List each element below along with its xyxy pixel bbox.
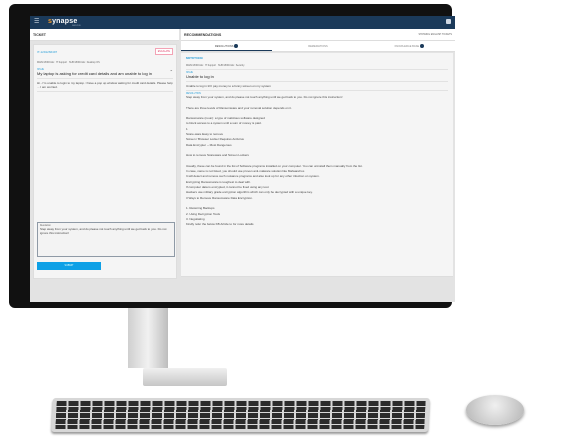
keyboard <box>51 398 430 432</box>
ticket-panel-title: TICKET <box>30 29 179 41</box>
recommendations-title: RECOMMENDATIONS SHOWING ENGLISH TICKETS <box>181 29 455 41</box>
tab-remediations[interactable]: REMEDIATIONS <box>272 41 363 51</box>
collapse-icon[interactable]: ⌃ <box>170 69 173 74</box>
tab-label: RESOLUTIONS <box>214 45 234 48</box>
recommendation-card: M0TKT0169 MAIN MODULE : IT Support SUB M… <box>181 53 453 277</box>
count-badge <box>420 44 425 49</box>
app-header: ☰ synapse SERVICE <box>30 16 455 29</box>
issue-title: Unable to log in <box>186 74 214 79</box>
logo: synapse <box>48 18 78 25</box>
recommendations-title-text: RECOMMENDATIONS <box>184 33 222 37</box>
submit-button[interactable]: SUBMIT <box>37 262 101 270</box>
hamburger-menu-icon[interactable]: ☰ <box>34 19 39 25</box>
app-screen: ☰ synapse SERVICE TICKET IT-1291266497 E… <box>30 16 455 302</box>
monitor-base <box>143 368 227 386</box>
ticket-panel: TICKET IT-1291266497 ESCALATE MAIN MODUL… <box>30 29 179 302</box>
escalate-button[interactable]: ESCALATE <box>154 48 173 55</box>
tab-label: REMEDIATIONS <box>308 45 328 48</box>
recommendation-tabs: RESOLUTIONS REMEDIATIONS KNOWLEDGE BASE <box>181 41 455 52</box>
mouse <box>466 395 524 425</box>
resolution-input[interactable]: Resolution Step away from your system, a… <box>37 222 175 257</box>
ticket-modules: MAIN MODULE : IT Support SUB MODULE : De… <box>37 61 100 64</box>
language-indicator[interactable]: SHOWING ENGLISH TICKETS <box>418 33 452 36</box>
resolution-body: Step away from your system, and do pleas… <box>186 95 448 227</box>
ticket-issue: ISSUE ⌃ My laptop is asking for credit c… <box>37 69 173 94</box>
user-icon[interactable] <box>446 19 451 24</box>
recommendations-panel: RECOMMENDATIONS SHOWING ENGLISH TICKETS R… <box>181 29 455 302</box>
logo-sub: SERVICE <box>72 25 81 27</box>
resolution-line: Kindly refer the below KB Article to for… <box>186 222 254 227</box>
count-badge <box>234 44 239 49</box>
main-module: MAIN MODULE : IT Support <box>186 64 216 67</box>
resolution-text: Step away from your system, and do pleas… <box>40 227 167 235</box>
keyboard-keys <box>55 401 426 429</box>
ticket-card: IT-1291266497 ESCALATE MAIN MODULE : IT … <box>33 44 177 279</box>
main-module: MAIN MODULE : IT Support <box>37 61 67 64</box>
tab-knowledge-base[interactable]: KNOWLEDGE BASE <box>364 41 455 51</box>
sub-module: SUB MODULE : Desktop OS <box>68 61 100 64</box>
tab-label: KNOWLEDGE BASE <box>394 45 420 48</box>
recommendation-id[interactable]: M0TKT0169 <box>186 56 448 60</box>
tab-resolutions[interactable]: RESOLUTIONS <box>181 41 273 51</box>
ticket-id[interactable]: IT-1291266497 <box>37 50 57 54</box>
issue-body: Unable to log in till I pay money to a f… <box>186 84 271 88</box>
monitor-stand <box>128 308 168 368</box>
monitor: ☰ synapse SERVICE TICKET IT-1291266497 E… <box>9 4 455 308</box>
recommendation-modules: MAIN MODULE : IT Support SUB MODULE : Se… <box>186 64 448 67</box>
issue-title: My laptop is asking for credit card deta… <box>37 71 152 76</box>
sub-module: SUB MODULE : Security <box>217 64 245 67</box>
issue-body: Hi - I'm unable to login to my laptop. I… <box>37 81 173 89</box>
